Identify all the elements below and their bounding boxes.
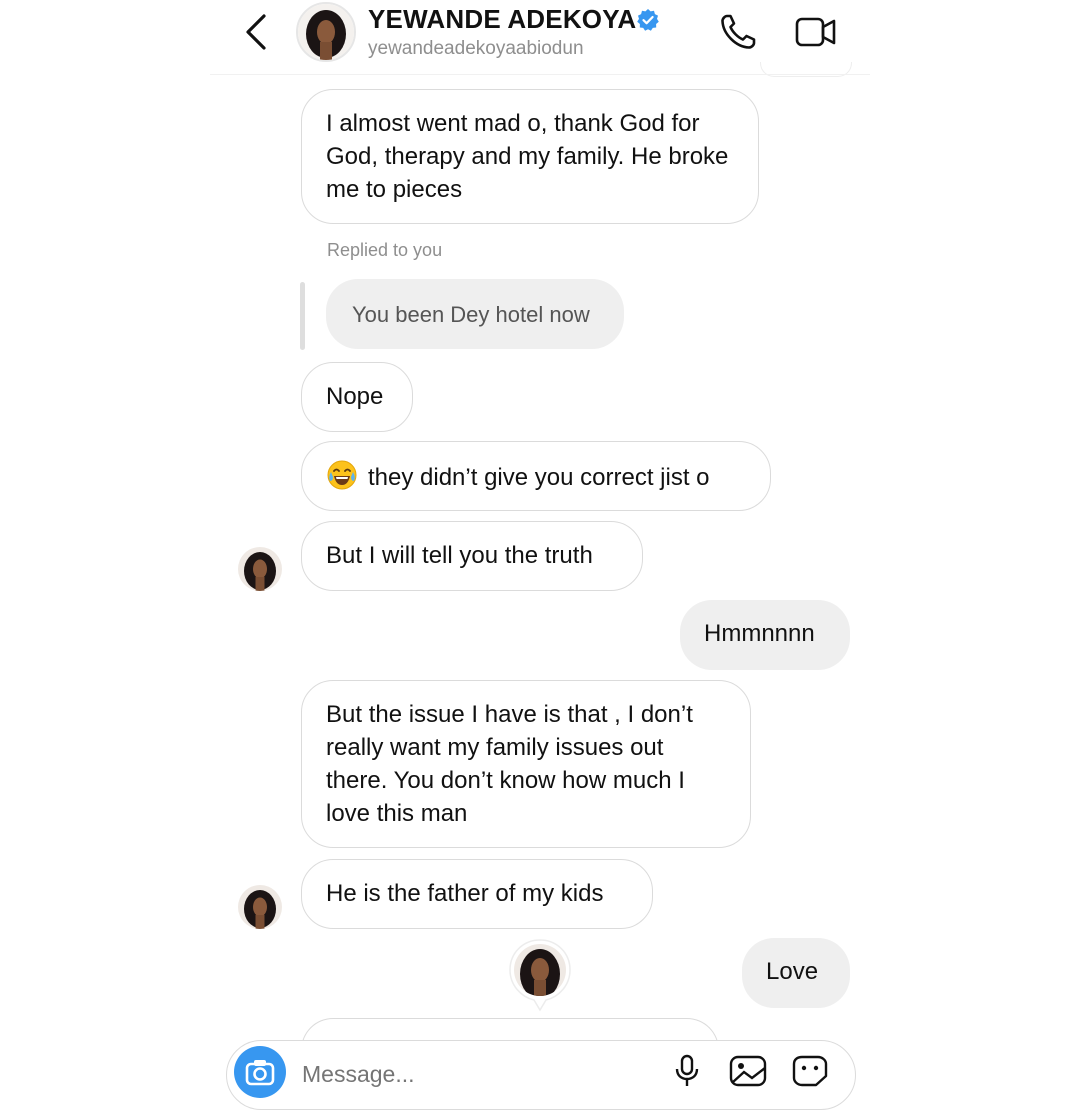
sender-avatar: [238, 547, 282, 591]
sticker-icon[interactable]: [790, 1054, 830, 1088]
quoted-message[interactable]: You been Dey hotel now: [326, 279, 624, 349]
message-text: Hmmnnnn: [704, 620, 815, 647]
back-chevron-icon[interactable]: [240, 12, 274, 52]
seen-indicator-avatar: [509, 939, 571, 1012]
profile-avatar[interactable]: [296, 2, 356, 62]
incoming-message[interactable]: I almost went mad o, thank God for God, …: [301, 89, 759, 224]
message-text: But I will tell you the truth: [326, 542, 593, 569]
message-text: He is the father of my kids: [326, 880, 604, 907]
gallery-icon[interactable]: [728, 1054, 768, 1088]
verified-badge-icon: [637, 9, 659, 31]
contact-display-name[interactable]: YEWANDE ADEKOYA: [368, 4, 636, 35]
incoming-message[interactable]: But the issue I have is that , I don’t r…: [301, 680, 751, 848]
microphone-icon[interactable]: [670, 1054, 704, 1088]
outgoing-message[interactable]: Love: [742, 938, 850, 1008]
camera-button[interactable]: [234, 1046, 286, 1098]
video-camera-icon[interactable]: [794, 12, 838, 52]
phone-icon[interactable]: [718, 12, 758, 52]
quote-bar: [300, 282, 305, 350]
message-text: I almost went mad o, thank God for God, …: [326, 110, 729, 203]
header-divider: [210, 74, 870, 75]
incoming-message[interactable]: Nope: [301, 362, 413, 432]
incoming-message[interactable]: He is the father of my kids: [301, 859, 653, 929]
message-text: they didn’t give you correct jist o: [368, 464, 710, 491]
reply-context-label: Replied to you: [327, 240, 443, 260]
message-text: But the issue I have is that , I don’t r…: [326, 701, 693, 827]
laughing-tears-emoji-icon: [327, 460, 357, 490]
incoming-message[interactable]: But I will tell you the truth: [301, 521, 643, 591]
message-input[interactable]: [300, 1060, 544, 1089]
message-text: Nope: [326, 383, 384, 410]
sender-avatar: [238, 885, 282, 929]
incoming-message[interactable]: they didn’t give you correct jist o: [301, 441, 771, 511]
outgoing-message[interactable]: Hmmnnnn: [680, 600, 850, 670]
camera-icon: [245, 1060, 275, 1086]
message-text: Love: [766, 958, 819, 985]
quoted-text: You been Dey hotel now: [352, 302, 590, 327]
contact-username: yewandeadekoyaabiodun: [368, 38, 584, 59]
